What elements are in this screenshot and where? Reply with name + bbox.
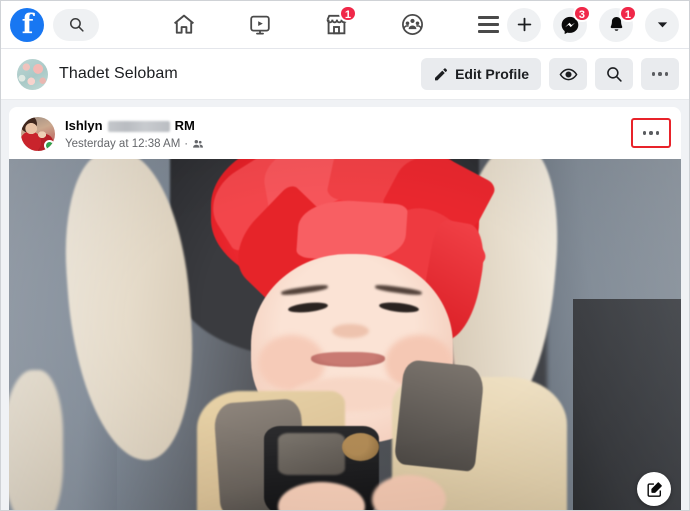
account-dropdown-button[interactable] [645, 7, 679, 42]
photo-fur-trim-bottom-left [9, 369, 63, 510]
marketplace-badge: 1 [338, 4, 357, 22]
profile-more-button[interactable] [641, 58, 679, 90]
profile-search-button[interactable] [595, 58, 633, 90]
nav-home-button[interactable] [167, 8, 201, 42]
friends-privacy-icon[interactable] [192, 138, 204, 150]
feed-content-area: Ishlyn RM Yesterday at 12:38 AM · [1, 100, 689, 510]
facebook-logo-icon[interactable] [10, 7, 44, 42]
search-icon [69, 17, 84, 32]
notifications-badge: 1 [618, 4, 637, 22]
nav-menu-button[interactable] [471, 8, 505, 42]
edit-photo-button[interactable] [637, 472, 671, 506]
edit-profile-button[interactable]: Edit Profile [421, 58, 541, 90]
post-author-avatar[interactable] [21, 117, 55, 151]
facebook-top-navbar: 1 [1, 1, 689, 49]
search-button[interactable] [53, 8, 99, 41]
profile-header-bar: Thadet Selobam Edit Profile [1, 49, 689, 100]
post-meta-separator: · [184, 138, 189, 150]
online-status-dot [44, 140, 55, 151]
ellipsis-icon [651, 72, 669, 76]
nav-marketplace-button[interactable]: 1 [319, 4, 357, 42]
page-title: Thadet Selobam [59, 65, 178, 82]
eye-icon [559, 68, 577, 80]
view-as-button[interactable] [549, 58, 587, 90]
profile-action-buttons: Edit Profile [421, 58, 679, 90]
video-screen-icon [250, 15, 270, 35]
search-icon [607, 67, 622, 82]
post-menu-highlight [631, 118, 671, 148]
photo-harness-pad-right [393, 358, 485, 472]
nav-watch-button[interactable] [243, 8, 277, 42]
post-photo[interactable] [9, 159, 681, 510]
post-author-redacted-name [107, 120, 170, 132]
groups-people-icon [401, 14, 423, 35]
messenger-badge: 3 [572, 4, 591, 22]
nav-actions-group: 3 1 [507, 4, 679, 42]
edit-profile-label: Edit Profile [455, 66, 529, 82]
hamburger-menu-icon [477, 16, 499, 33]
plus-icon [517, 17, 531, 32]
ellipsis-icon [642, 131, 660, 135]
messenger-button[interactable]: 3 [553, 4, 591, 42]
post-header: Ishlyn RM Yesterday at 12:38 AM · [9, 107, 681, 159]
profile-avatar-floral[interactable] [17, 58, 48, 90]
chevron-down-icon [657, 22, 667, 28]
post-more-options-button[interactable] [635, 122, 667, 144]
post-author-name[interactable]: Ishlyn RM [65, 118, 204, 134]
post-author-first-name: Ishlyn [65, 118, 103, 133]
main-nav-group: 1 [167, 4, 505, 42]
post-author-last-name: RM [174, 118, 195, 133]
photo-harness-buckle-highlight [277, 432, 345, 475]
notifications-button[interactable]: 1 [599, 4, 637, 42]
post-meta: Ishlyn RM Yesterday at 12:38 AM · [65, 117, 204, 151]
post-card: Ishlyn RM Yesterday at 12:38 AM · [9, 107, 681, 510]
create-button[interactable] [507, 7, 541, 42]
pencil-icon [435, 67, 448, 80]
nav-groups-button[interactable] [395, 8, 429, 42]
post-timestamp-row: Yesterday at 12:38 AM · [65, 137, 204, 151]
post-timestamp[interactable]: Yesterday at 12:38 AM [65, 137, 180, 151]
photo-baby-nose [331, 323, 369, 338]
photo-clothing-button [341, 432, 379, 461]
home-icon [173, 14, 195, 34]
edit-photo-icon [646, 481, 662, 497]
browser-window: 1 [0, 0, 690, 511]
